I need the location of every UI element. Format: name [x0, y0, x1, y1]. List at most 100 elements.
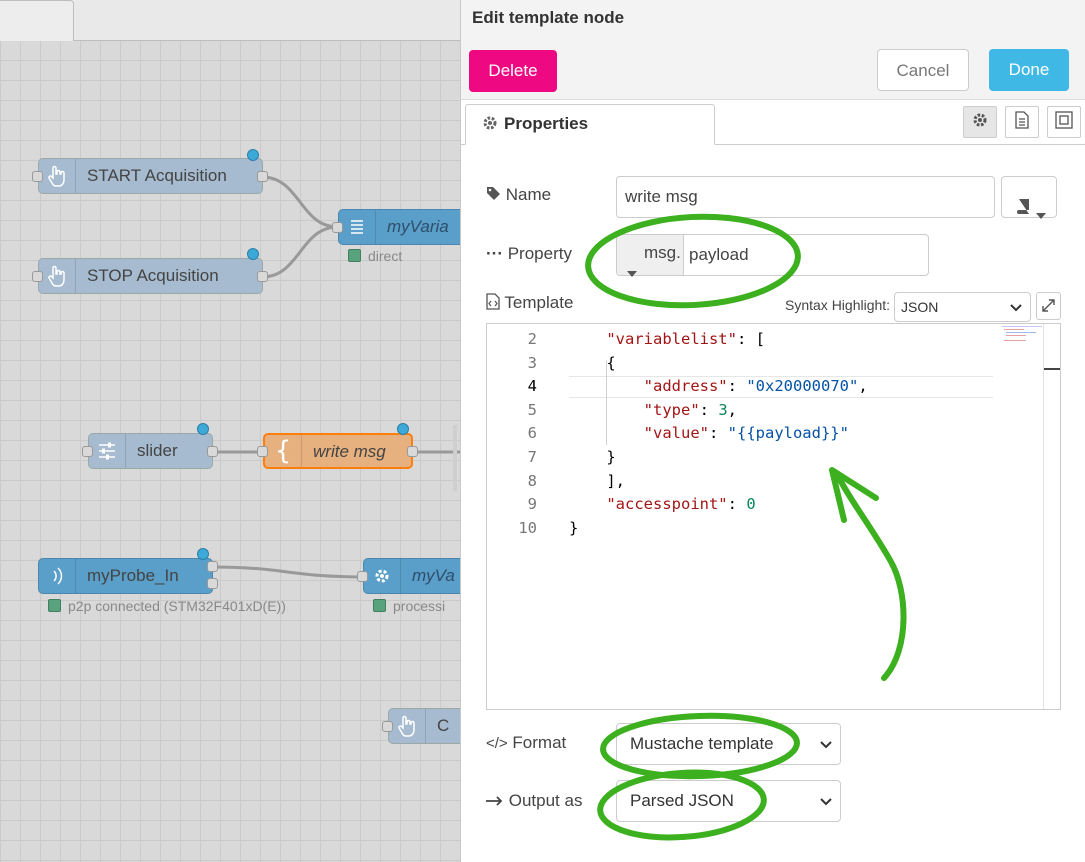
code-line: 7 }	[487, 445, 987, 469]
inject-node-partial[interactable]: C	[388, 708, 460, 744]
code-text: "accesspoint": 0	[606, 495, 756, 514]
property-typed-input[interactable]: msg. payload	[616, 234, 929, 277]
code-line: 6 "value": "{{payload}}"	[487, 421, 987, 445]
node-status: processi	[373, 598, 445, 614]
output-port[interactable]	[257, 271, 268, 282]
output-port[interactable]	[407, 446, 418, 457]
output-port[interactable]	[207, 578, 218, 589]
input-port[interactable]	[32, 271, 43, 282]
probe-in-node[interactable]: myProbe_In	[38, 558, 213, 594]
changed-indicator	[247, 248, 259, 260]
gear-icon	[364, 559, 401, 593]
input-port[interactable]	[332, 222, 343, 233]
changed-indicator	[197, 423, 209, 435]
name-input[interactable]: write msg	[616, 176, 995, 218]
code-line: 10}	[487, 516, 987, 540]
slider-node[interactable]: slider	[88, 433, 213, 469]
code-line: 9 "accesspoint": 0	[487, 492, 987, 516]
cancel-button[interactable]: Cancel	[877, 49, 969, 91]
gear-icon	[482, 115, 498, 136]
input-port[interactable]	[382, 721, 393, 732]
property-type-selector[interactable]: msg.	[617, 235, 684, 277]
format-select[interactable]: Mustache template	[616, 723, 841, 765]
node-label: slider	[137, 441, 178, 460]
edit-tray: Edit template node Delete Cancel Done Pr…	[460, 0, 1085, 862]
output-select[interactable]: Parsed JSON	[616, 780, 841, 822]
tray-toolbar: Delete Cancel Done	[461, 41, 1085, 100]
code-text: "value": "{{payload}}"	[643, 424, 849, 443]
output-port[interactable]	[207, 561, 218, 572]
input-port[interactable]	[357, 571, 368, 582]
changed-indicator	[397, 423, 409, 435]
node-label: myVa	[412, 566, 455, 585]
output-label: Output as	[486, 791, 582, 811]
code-text: "address": "0x20000070",	[643, 377, 868, 396]
format-label: </> Format	[486, 733, 567, 752]
inject-node-start[interactable]: START Acquisition	[38, 158, 263, 194]
editor-minimap[interactable]	[1002, 324, 1044, 354]
code-text: }	[569, 518, 579, 537]
processor-node[interactable]: myVa	[363, 558, 460, 594]
code-line: 5 "type": 3,	[487, 398, 987, 422]
inject-node-stop[interactable]: STOP Acquisition	[38, 258, 263, 294]
sliders-icon	[89, 434, 126, 468]
tab-settings-button[interactable]	[963, 106, 997, 138]
line-number: 5	[527, 400, 537, 419]
node-status: direct	[348, 248, 402, 264]
frame-icon	[1055, 110, 1073, 134]
node-label: write msg	[313, 442, 386, 461]
changed-indicator	[197, 548, 209, 560]
node-label: myProbe_In	[87, 566, 179, 585]
brace-icon: {	[265, 435, 302, 467]
tab-label: Properties	[504, 114, 589, 133]
code-line: 2 "variablelist": [	[487, 327, 987, 351]
expand-icon	[1042, 299, 1055, 317]
tray-header: Edit template node	[461, 0, 1085, 42]
arrow-right-icon	[486, 791, 504, 810]
line-number: 2	[527, 330, 537, 348]
line-number: 3	[527, 353, 537, 372]
node-label: C	[437, 716, 450, 735]
variable-node[interactable]: myVaria	[338, 209, 460, 245]
output-port[interactable]	[207, 446, 218, 457]
delete-button[interactable]: Delete	[469, 50, 557, 92]
tab-appearance-button[interactable]	[1047, 106, 1081, 138]
ellipsis-icon: ···	[486, 244, 503, 263]
template-node-selected[interactable]: { write msg	[263, 433, 413, 469]
line-number: 7	[527, 448, 537, 466]
chevron-down-icon	[820, 724, 832, 764]
hand-pointer-icon	[389, 709, 426, 743]
syntax-highlight-value: JSON	[901, 299, 939, 315]
panel-resize-handle[interactable]	[453, 425, 457, 491]
syntax-highlight-label: Syntax Highlight:	[785, 297, 891, 313]
node-library-button[interactable]	[1001, 176, 1057, 219]
editor-scrollbar-track[interactable]	[1043, 324, 1044, 709]
output-port[interactable]	[257, 171, 268, 182]
syntax-highlight-select[interactable]: JSON	[894, 292, 1031, 322]
done-button[interactable]: Done	[989, 49, 1069, 91]
line-number: 4	[527, 377, 537, 396]
hand-pointer-icon	[39, 159, 76, 193]
node-label: STOP Acquisition	[87, 266, 219, 285]
tab-properties[interactable]: Properties	[465, 104, 715, 145]
input-port[interactable]	[32, 171, 43, 182]
format-value: Mustache template	[630, 734, 774, 753]
input-port[interactable]	[82, 446, 93, 457]
template-code-editor[interactable]: 2 "variablelist": [3 { 4 "address": "0x20…	[486, 323, 1061, 710]
code-text: ],	[606, 471, 625, 490]
book-icon	[1016, 189, 1030, 229]
node-status: p2p connected (STM32F401xD(E))	[48, 598, 286, 614]
code-text: "type": 3,	[643, 400, 738, 419]
code-line: 3 {	[487, 351, 987, 375]
chevron-down-icon	[1010, 293, 1022, 321]
tray-title: Edit template node	[472, 8, 625, 27]
line-number: 10	[518, 518, 537, 537]
tab-description-button[interactable]	[1005, 106, 1039, 138]
signal-icon	[39, 559, 76, 593]
line-number: 8	[527, 471, 537, 490]
input-port[interactable]	[257, 446, 268, 457]
caret-down-icon	[627, 252, 637, 292]
flow-workspace[interactable]: START Acquisition STOP Acquisition myVar…	[0, 0, 460, 862]
expand-editor-button[interactable]	[1036, 292, 1061, 320]
caret-down-icon	[1036, 194, 1046, 234]
